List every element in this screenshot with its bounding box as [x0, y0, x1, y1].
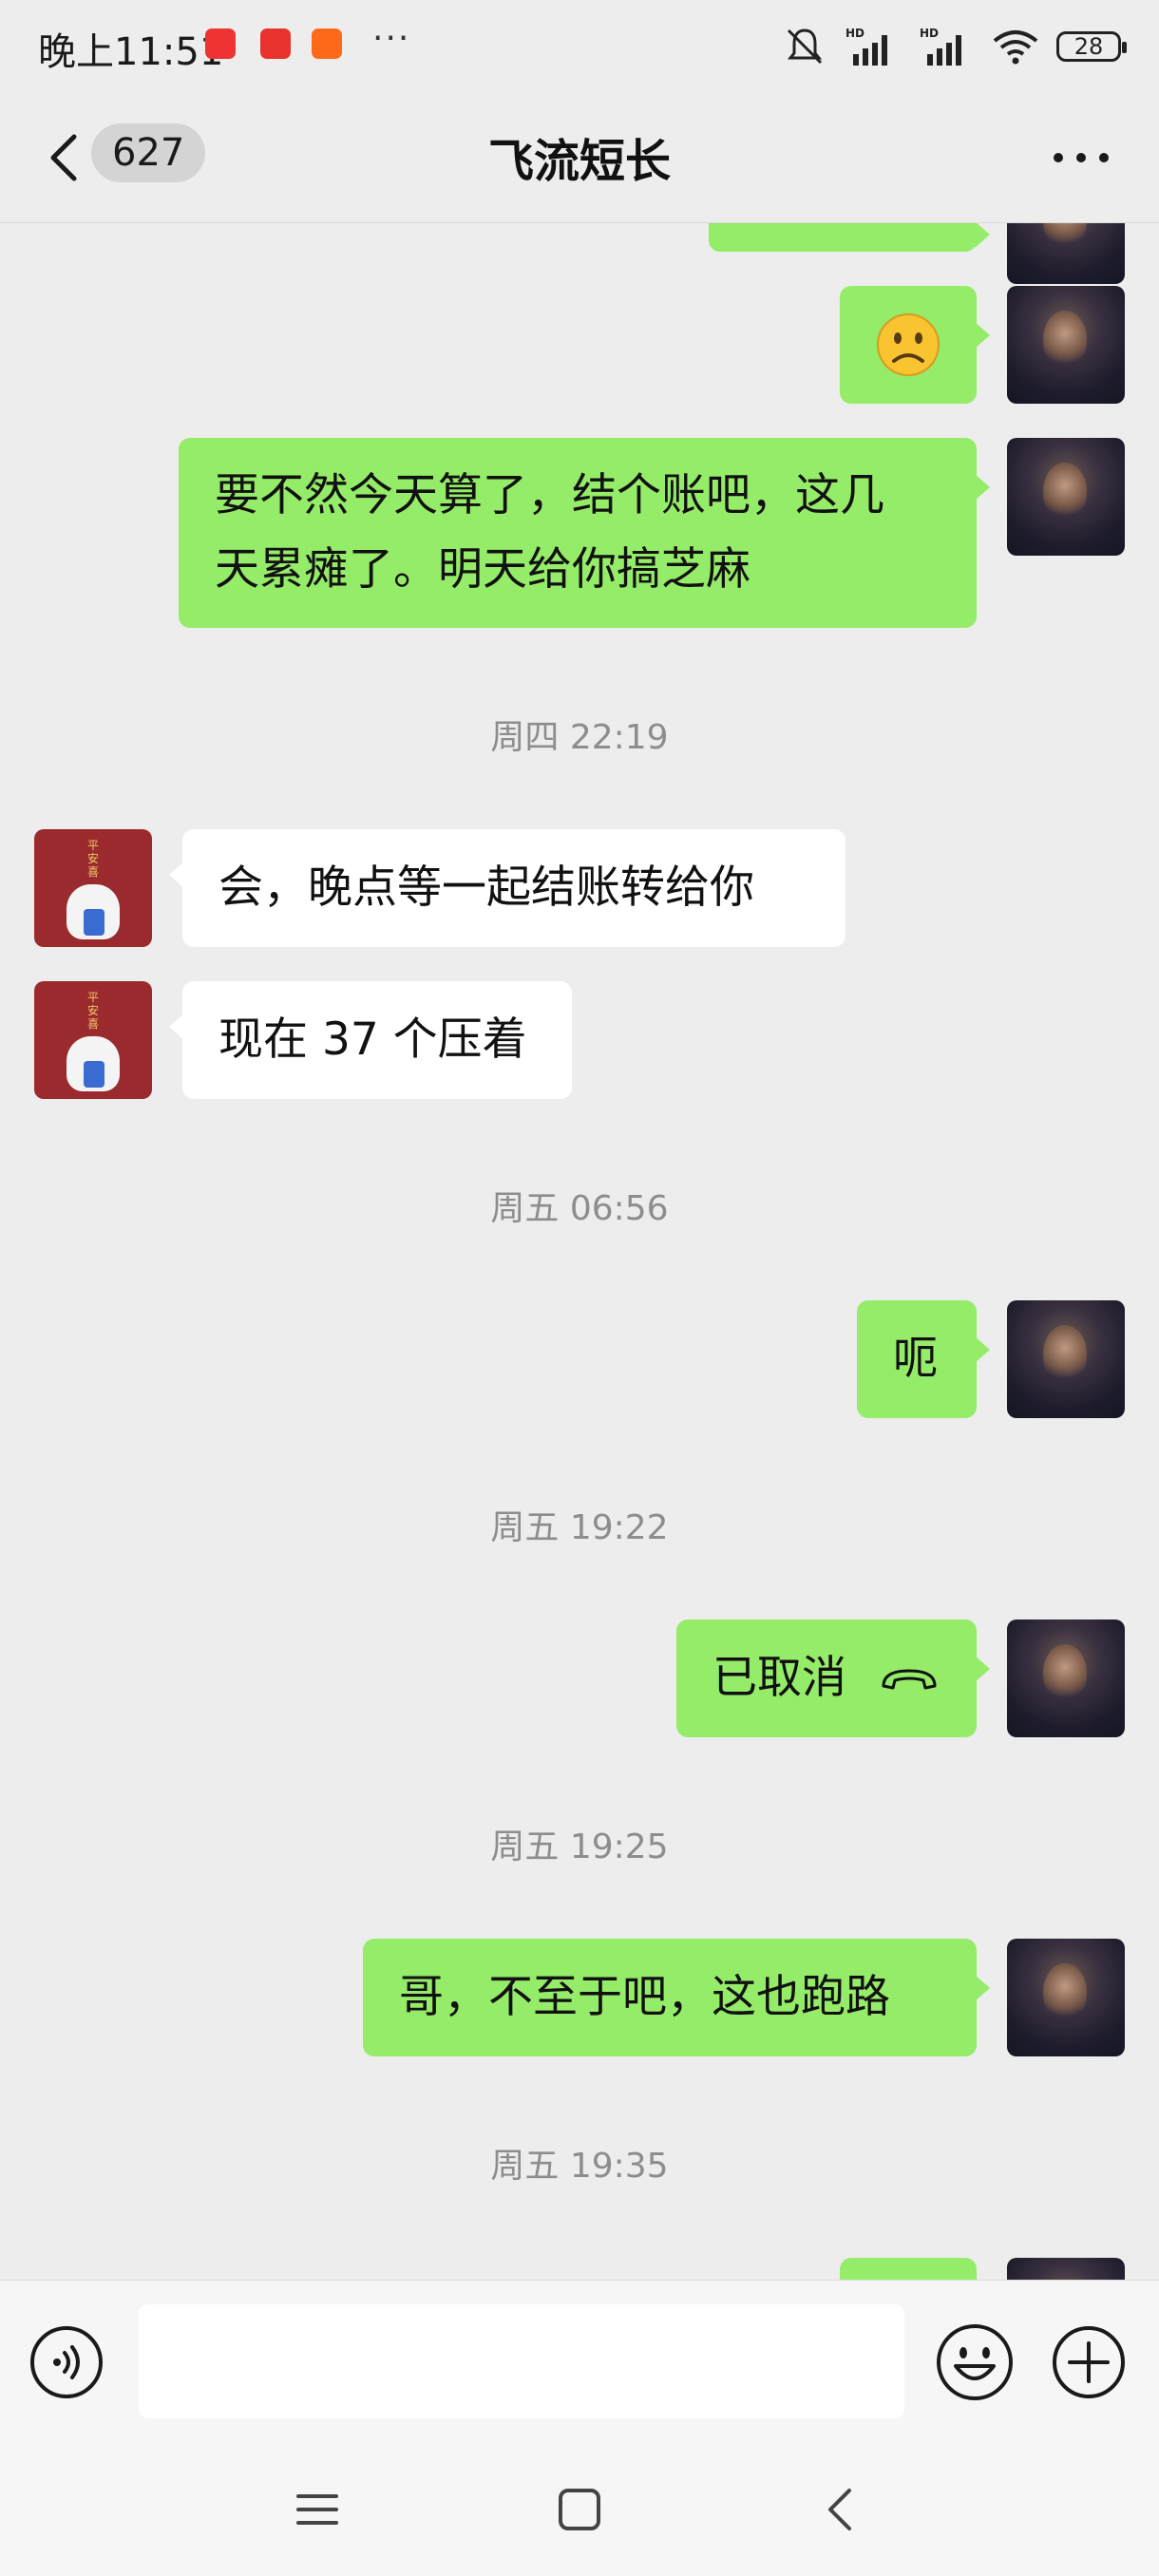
message-text: 现在 37 个压着 [218, 1013, 527, 1066]
chat-header: 627 飞流短长 [0, 95, 1159, 223]
my-avatar[interactable] [1007, 2258, 1125, 2280]
message-list[interactable]: 要不然今天算了，结个账吧，这几 天累瘫了。明天给你搞芝麻 周四 22:19 平安… [0, 223, 1159, 2280]
mute-icon [787, 28, 823, 65]
more-options-icon[interactable] [1051, 150, 1112, 165]
call-record-bubble[interactable]: 已取消 [676, 1619, 990, 1737]
message-bubble-emoji[interactable] [840, 286, 990, 404]
battery-indicator: 28 [1056, 31, 1127, 62]
timestamp: 周五 19:25 [490, 1828, 669, 1866]
status-time: 晚上11:51 [38, 30, 224, 74]
message-bubble[interactable]: 哥，不至于吧，这也跑路 [363, 1939, 990, 2056]
message-input[interactable] [139, 2304, 904, 2418]
message-bubble[interactable]: 呃 [857, 1300, 990, 1418]
contact-avatar[interactable]: 平安喜 [34, 829, 152, 947]
signal-2-icon: HD [920, 27, 961, 66]
sad-face-emoji [877, 313, 940, 376]
svg-text:HD: HD [920, 27, 939, 40]
message-bubble-partial[interactable] [840, 2258, 977, 2280]
kuaishou-icon [312, 28, 342, 59]
timestamp: 周四 22:19 [490, 718, 669, 757]
system-back-icon[interactable] [815, 2483, 868, 2536]
message-bubble[interactable]: 要不然今天算了，结个账吧，这几 天累瘫了。明天给你搞芝麻 [179, 438, 990, 628]
signal-1-icon: HD [846, 27, 887, 66]
message-bubble[interactable]: 会，晚点等一起结账转给你 [169, 829, 846, 947]
timestamp: 周五 19:35 [490, 2147, 669, 2186]
message-text: 要不然今天算了，结个账吧，这几 天累瘫了。明天给你搞芝麻 [215, 469, 884, 596]
home-icon[interactable] [553, 2483, 606, 2536]
my-avatar[interactable] [1007, 286, 1125, 404]
my-avatar[interactable] [1007, 1939, 1125, 2056]
my-avatar[interactable] [1007, 438, 1125, 556]
status-indicators: HD HD 28 [783, 25, 1127, 68]
svg-text:HD: HD [846, 27, 864, 40]
system-navigation-bar [0, 2443, 1159, 2576]
contact-avatar[interactable]: 平安喜 [34, 981, 152, 1099]
wifi-icon [993, 30, 1038, 65]
message-text: 哥，不至于吧，这也跑路 [399, 1971, 890, 2023]
voice-input-icon[interactable] [28, 2324, 104, 2400]
my-avatar[interactable] [1007, 1300, 1125, 1418]
status-overflow: ··· [372, 19, 411, 58]
chat-title: 飞流短长 [487, 135, 671, 188]
message-text: 呃 [893, 1333, 938, 1385]
menu-icon[interactable] [291, 2483, 344, 2536]
timestamp: 周五 19:22 [490, 1508, 669, 1547]
notification-app-icon [205, 28, 236, 59]
my-avatar[interactable] [1007, 223, 1125, 284]
input-bar [0, 2280, 1159, 2444]
my-avatar[interactable] [1007, 1619, 1125, 1737]
plus-icon[interactable] [1051, 2324, 1127, 2400]
timestamp: 周五 06:56 [490, 1189, 669, 1228]
message-text: 会，晚点等一起结账转给你 [218, 862, 754, 914]
status-bar: 晚上11:51 ··· HD HD 28 [0, 0, 1159, 95]
phone-hangup-icon [882, 1669, 937, 1690]
message-bubble-partial[interactable] [709, 223, 990, 252]
emoji-icon[interactable] [935, 2322, 1015, 2402]
message-bubble[interactable]: 现在 37 个压着 [169, 981, 572, 1099]
red-packet-icon [260, 28, 291, 59]
